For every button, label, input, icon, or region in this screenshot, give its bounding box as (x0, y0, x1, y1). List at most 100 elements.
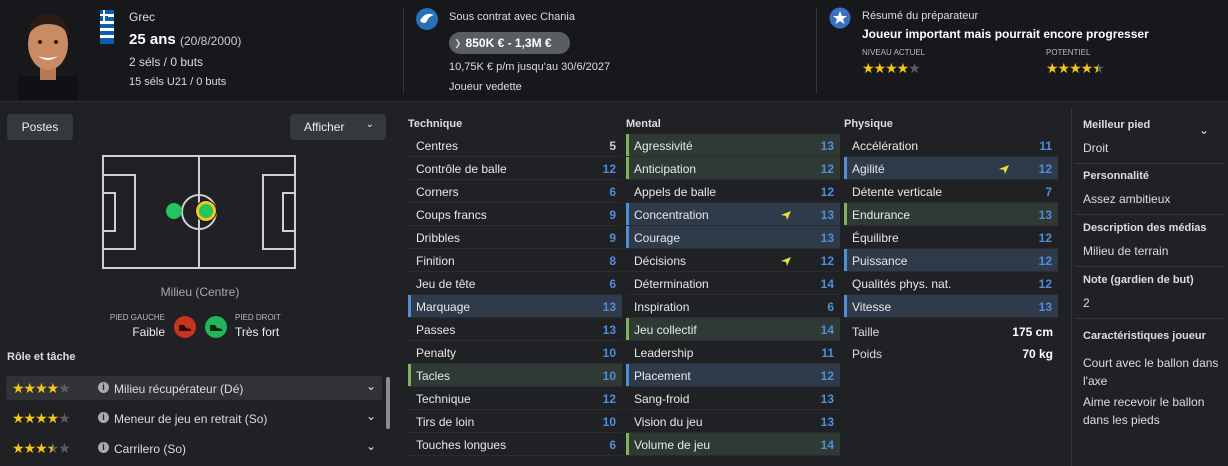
attribute-row[interactable]: Puissance 12 (844, 249, 1058, 272)
scout-summary: Joueur important mais pourrait encore pr… (862, 27, 1149, 41)
left-foot-label: PIED GAUCHE (109, 313, 165, 322)
roles-scrollbar[interactable] (386, 377, 390, 429)
weight-label: Poids (852, 347, 883, 361)
attribute-row[interactable]: Leadership 11 (626, 341, 840, 364)
attribute-row[interactable]: Technique 12 (408, 387, 622, 410)
attribute-row[interactable]: Courage 13 (626, 226, 840, 249)
attribute-row[interactable]: Jeu de tête 6 (408, 272, 622, 295)
role-stars: ★★★★★ (12, 440, 71, 456)
value-badge[interactable]: ❯ 850K € - 1,3M € (449, 32, 570, 54)
mental-title: Mental (626, 118, 661, 130)
chevron-down-icon[interactable]: ⌄ (1199, 123, 1209, 137)
row-divider (844, 317, 1058, 318)
attribute-row[interactable]: Endurance 13 (844, 203, 1058, 226)
role-row[interactable]: ★★★★★ i Milieu récupérateur (Dé) ⌄ (6, 376, 382, 400)
show-dropdown[interactable]: Afficher ⌄ (290, 114, 386, 140)
attribute-row[interactable]: Volume de jeu 14 (626, 433, 840, 456)
attribute-row[interactable]: Jeu collectif 14 (626, 318, 840, 341)
attribute-row[interactable]: Contrôle de balle 12 (408, 157, 622, 180)
role-row[interactable]: ★★★★★ i Carrilero (So) ⌄ (6, 436, 382, 460)
attribute-name: Tirs de loin (416, 414, 475, 429)
attribute-value: 13 (1038, 299, 1052, 314)
attribute-row[interactable]: Coups francs 9 (408, 203, 622, 226)
info-divider (1071, 108, 1072, 466)
attribute-value: 6 (827, 299, 834, 314)
attribute-row[interactable]: Finition 8 (408, 249, 622, 272)
right-foot-value: Très fort (235, 325, 280, 339)
birth-date: (20/8/2000) (180, 34, 242, 48)
attribute-value: 14 (820, 322, 834, 337)
attribute-name: Coups francs (416, 207, 487, 222)
attribute-row[interactable]: Qualités phys. nat. 12 (844, 272, 1058, 295)
separator (1075, 214, 1225, 215)
attribute-row[interactable]: Équilibre 12 (844, 226, 1058, 249)
attribute-row[interactable]: Détermination 14 (626, 272, 840, 295)
chevron-down-icon[interactable]: ⌄ (366, 409, 376, 423)
attribute-row[interactable]: Vitesse 13 (844, 295, 1058, 318)
attribute-name: Décisions (634, 253, 687, 268)
attribute-value: 12 (602, 161, 616, 176)
attribute-row[interactable]: Anticipation 12 (626, 157, 840, 180)
right-boot-icon (205, 316, 227, 338)
attribute-value: 13 (820, 207, 834, 222)
player-header: Grec 25 ans (20/8/2000) 2 séls / 0 buts … (0, 0, 1228, 102)
info-icon[interactable]: i (98, 412, 109, 423)
attribute-row[interactable]: Marquage 13 (408, 295, 622, 318)
attribute-name: Volume de jeu (634, 437, 711, 452)
traits-label: Caractéristiques joueur (1083, 330, 1206, 342)
attribute-name: Agilité (852, 161, 885, 176)
attribute-value: 13 (602, 299, 616, 314)
attribute-row[interactable]: Concentration 13 (626, 203, 840, 226)
attribute-row[interactable]: Penalty 10 (408, 341, 622, 364)
chevron-down-icon[interactable]: ⌄ (366, 439, 376, 453)
attribute-value: 12 (1038, 276, 1052, 291)
attribute-value: 14 (820, 276, 834, 291)
attribute-row[interactable]: Centres 5 (408, 134, 622, 157)
separator (1075, 163, 1225, 164)
attribute-value: 13 (820, 230, 834, 245)
caps: 2 séls / 0 buts (129, 55, 204, 69)
positions-button[interactable]: Postes (7, 114, 73, 140)
attribute-row[interactable]: Inspiration 6 (626, 295, 840, 318)
attribute-value: 10 (602, 345, 616, 360)
attribute-row[interactable]: Agilité 12 (844, 157, 1058, 180)
position-label: Milieu (Centre) (160, 285, 240, 299)
info-icon[interactable]: i (98, 382, 109, 393)
attribute-row[interactable]: Accélération 11 (844, 134, 1058, 157)
attribute-row[interactable]: Dribbles 9 (408, 226, 622, 249)
chevron-down-icon[interactable]: ⌄ (366, 379, 376, 393)
trait-item: Aime recevoir le ballon dans les pieds (1083, 395, 1205, 427)
attribute-name: Puissance (852, 253, 908, 268)
role-row[interactable]: ★★★★★ i Meneur de jeu en retrait (So) ⌄ (6, 406, 382, 430)
separator (1075, 318, 1225, 319)
attribute-name: Marquage (416, 299, 471, 314)
attribute-row[interactable]: Touches longues 6 (408, 433, 622, 456)
attribute-row[interactable]: Corners 6 (408, 180, 622, 203)
attribute-row[interactable]: Appels de balle 12 (626, 180, 840, 203)
attribute-row[interactable]: Tirs de loin 10 (408, 410, 622, 433)
attribute-value: 9 (609, 230, 616, 245)
attribute-row[interactable]: Placement 12 (626, 364, 840, 387)
attribute-row[interactable]: Décisions 12 (626, 249, 840, 272)
attribute-name: Équilibre (852, 230, 899, 245)
attribute-value: 6 (609, 276, 616, 291)
attribute-row[interactable]: Agressivité 13 (626, 134, 840, 157)
attribute-value: 6 (609, 184, 616, 199)
attribute-row[interactable]: Tacles 10 (408, 364, 622, 387)
attribute-row[interactable]: Passes 13 (408, 318, 622, 341)
greece-flag-icon (100, 10, 114, 44)
nationality: Grec (129, 10, 156, 24)
attribute-value: 10 (602, 368, 616, 383)
attribute-value: 9 (609, 207, 616, 222)
header-divider (403, 8, 404, 94)
attribute-row[interactable]: Détente verticale 7 (844, 180, 1058, 203)
attribute-row[interactable]: Vision du jeu 13 (626, 410, 840, 433)
info-icon[interactable]: i (98, 442, 109, 453)
attribute-row[interactable]: Sang-froid 13 (626, 387, 840, 410)
attribute-value: 6 (609, 437, 616, 452)
attribute-name: Détermination (634, 276, 709, 291)
attribute-name: Inspiration (634, 299, 690, 314)
attribute-value: 12 (1038, 253, 1052, 268)
chevron-down-icon: ⌄ (365, 119, 374, 130)
attribute-name: Concentration (634, 207, 709, 222)
